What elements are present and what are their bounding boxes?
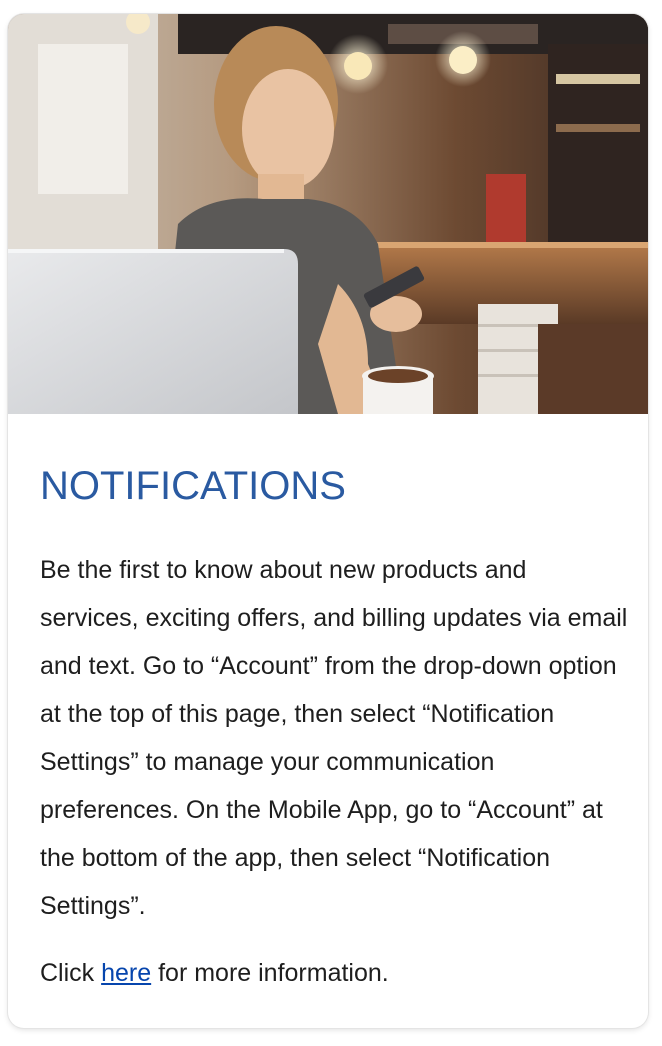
card-description: Be the first to know about new products …	[40, 556, 628, 920]
notifications-card: NOTIFICATIONS Be the first to know about…	[8, 14, 648, 1028]
more-info-line: Click here for more information.	[40, 949, 630, 997]
card-title: NOTIFICATIONS	[40, 464, 346, 508]
card-content: NOTIFICATIONS Be the first to know about…	[40, 462, 630, 997]
more-info-suffix: for more information.	[151, 959, 389, 987]
more-info-prefix: Click	[40, 959, 102, 987]
hero-image	[8, 14, 648, 414]
more-info-link[interactable]: here	[101, 959, 151, 987]
